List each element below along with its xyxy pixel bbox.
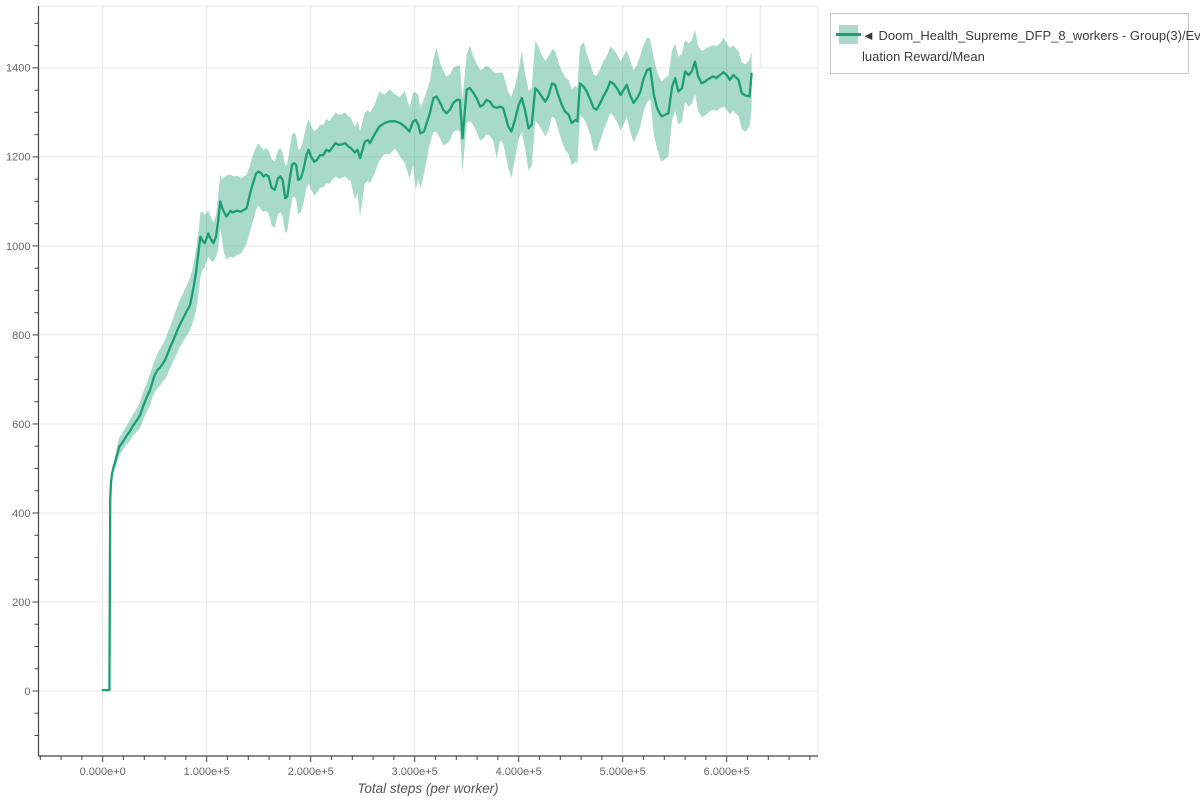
y-tick-label: 200 (12, 597, 30, 609)
x-tick-label: 1.000e+5 (184, 766, 230, 778)
x-tick-label: 0.000e+0 (80, 766, 126, 778)
y-tick-label: 800 (12, 330, 30, 342)
x-tick-label: 6.000e+5 (704, 766, 750, 778)
chart-canvas: 0.000e+0 1.000e+5 2.000e+5 3.000e+5 4.000e+5… (0, 0, 1200, 800)
y-tick-label: 1400 (6, 63, 30, 75)
x-axis-title: Total steps (per worker) (38, 781, 818, 796)
y-tick-label: 400 (12, 508, 30, 520)
legend[interactable]: ◄ Doom_Health_Supreme_DFP_8_workers - Gr… (830, 13, 1189, 74)
legend-line-mark (836, 33, 861, 36)
legend-label: ◄ Doom_Health_Supreme_DFP_8_workers - Gr… (862, 25, 1184, 67)
x-tick-label: 5.000e+5 (600, 766, 646, 778)
y-tick-label: 0 (24, 686, 30, 698)
legend-label-line-2: luation Reward/Mean (862, 46, 1184, 67)
y-tick-label: 600 (12, 419, 30, 431)
y-tick-label: 1200 (6, 152, 30, 164)
x-tick-label: 4.000e+5 (496, 766, 542, 778)
legend-label-line-1: ◄ Doom_Health_Supreme_DFP_8_workers - Gr… (862, 25, 1184, 46)
plot-svg: 0.000e+0 1.000e+5 2.000e+5 3.000e+5 4.000e+5… (0, 0, 1200, 800)
x-tick-label: 3.000e+5 (392, 766, 438, 778)
legend-band-swatch (839, 25, 858, 44)
x-tick-label: 2.000e+5 (288, 766, 334, 778)
y-tick-label: 1000 (6, 241, 30, 253)
